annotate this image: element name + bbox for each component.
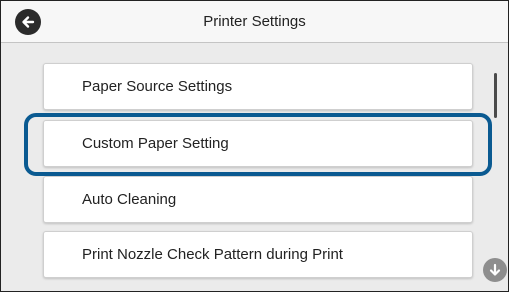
menu-item-label: Custom Paper Setting xyxy=(82,135,229,152)
header-bar: Printer Settings xyxy=(1,1,508,43)
page-title: Printer Settings xyxy=(203,13,306,30)
scrollbar-thumb[interactable] xyxy=(494,73,497,118)
menu-item-print-nozzle-check-pattern[interactable]: Print Nozzle Check Pattern during Print xyxy=(43,231,473,278)
settings-list: Paper Source Settings Custom Paper Setti… xyxy=(1,43,508,291)
menu-item-custom-paper-setting[interactable]: Custom Paper Setting xyxy=(43,120,473,167)
menu-item-label: Auto Cleaning xyxy=(82,191,177,208)
menu-item-auto-cleaning[interactable]: Auto Cleaning xyxy=(43,176,473,223)
arrow-down-icon xyxy=(489,263,501,276)
printer-settings-screen: Printer Settings Paper Source Settings C… xyxy=(0,0,509,292)
menu-item-paper-source-settings[interactable]: Paper Source Settings xyxy=(43,63,473,110)
menu-item-label: Print Nozzle Check Pattern during Print xyxy=(82,246,343,263)
menu-item-label: Paper Source Settings xyxy=(82,78,233,95)
scroll-down-button[interactable] xyxy=(483,258,507,282)
